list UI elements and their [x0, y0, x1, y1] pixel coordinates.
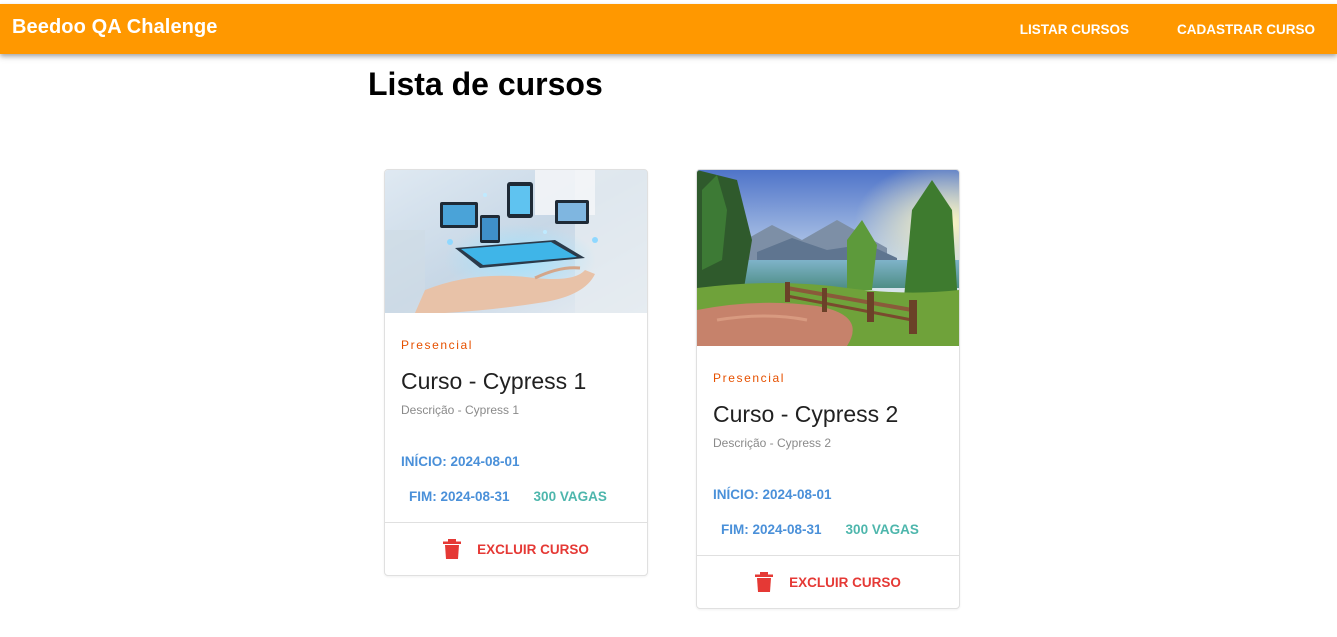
course-modality: Presencial	[401, 338, 474, 352]
course-card: Presencial Curso - Cypress 2 Descrição -…	[696, 169, 960, 609]
mountain-lake-landscape-photo-icon	[697, 170, 959, 346]
course-card-actions: EXCLUIR CURSO	[697, 555, 959, 608]
course-seats: 300 VAGAS	[845, 522, 919, 537]
trash-icon	[443, 539, 462, 559]
app-brand-title: Beedoo QA Chalenge	[12, 16, 218, 38]
course-end-date: FIM: 2024-08-31	[721, 522, 822, 537]
delete-course-label: EXCLUIR CURSO	[789, 574, 901, 590]
course-meta-row: FIM: 2024-08-31 300 VAGAS	[401, 489, 631, 522]
course-card: Presencial Curso - Cypress 1 Descrição -…	[384, 169, 648, 576]
course-end-date: FIM: 2024-08-31	[409, 489, 510, 504]
course-meta-row: FIM: 2024-08-31 300 VAGAS	[713, 522, 943, 555]
course-start-date: INÍCIO: 2024-08-01	[401, 454, 520, 469]
delete-course-button[interactable]: EXCLUIR CURSO	[755, 572, 901, 592]
course-description: Descrição - Cypress 2	[713, 436, 832, 450]
trash-icon	[755, 572, 774, 592]
course-card-body: Presencial Curso - Cypress 1 Descrição -…	[385, 338, 647, 522]
delete-course-button[interactable]: EXCLUIR CURSO	[443, 539, 589, 559]
course-title: Curso - Cypress 2	[713, 401, 899, 427]
technology-devices-photo-icon	[385, 170, 647, 313]
course-seats: 300 VAGAS	[533, 489, 607, 504]
main-nav: LISTAR CURSOS CADASTRAR CURSO	[996, 4, 1337, 54]
course-description: Descrição - Cypress 1	[401, 403, 520, 417]
course-start-date: INÍCIO: 2024-08-01	[713, 487, 832, 502]
course-card-body: Presencial Curso - Cypress 2 Descrição -…	[697, 371, 959, 555]
delete-course-label: EXCLUIR CURSO	[477, 541, 589, 557]
course-card-actions: EXCLUIR CURSO	[385, 522, 647, 575]
page-title: Lista de cursos	[368, 66, 603, 102]
course-modality: Presencial	[713, 371, 786, 385]
nav-list-courses[interactable]: LISTAR CURSOS	[996, 4, 1153, 54]
nav-register-course[interactable]: CADASTRAR CURSO	[1153, 4, 1337, 54]
top-app-bar: Beedoo QA Chalenge LISTAR CURSOS CADASTR…	[0, 4, 1337, 54]
course-title: Curso - Cypress 1	[401, 368, 587, 394]
